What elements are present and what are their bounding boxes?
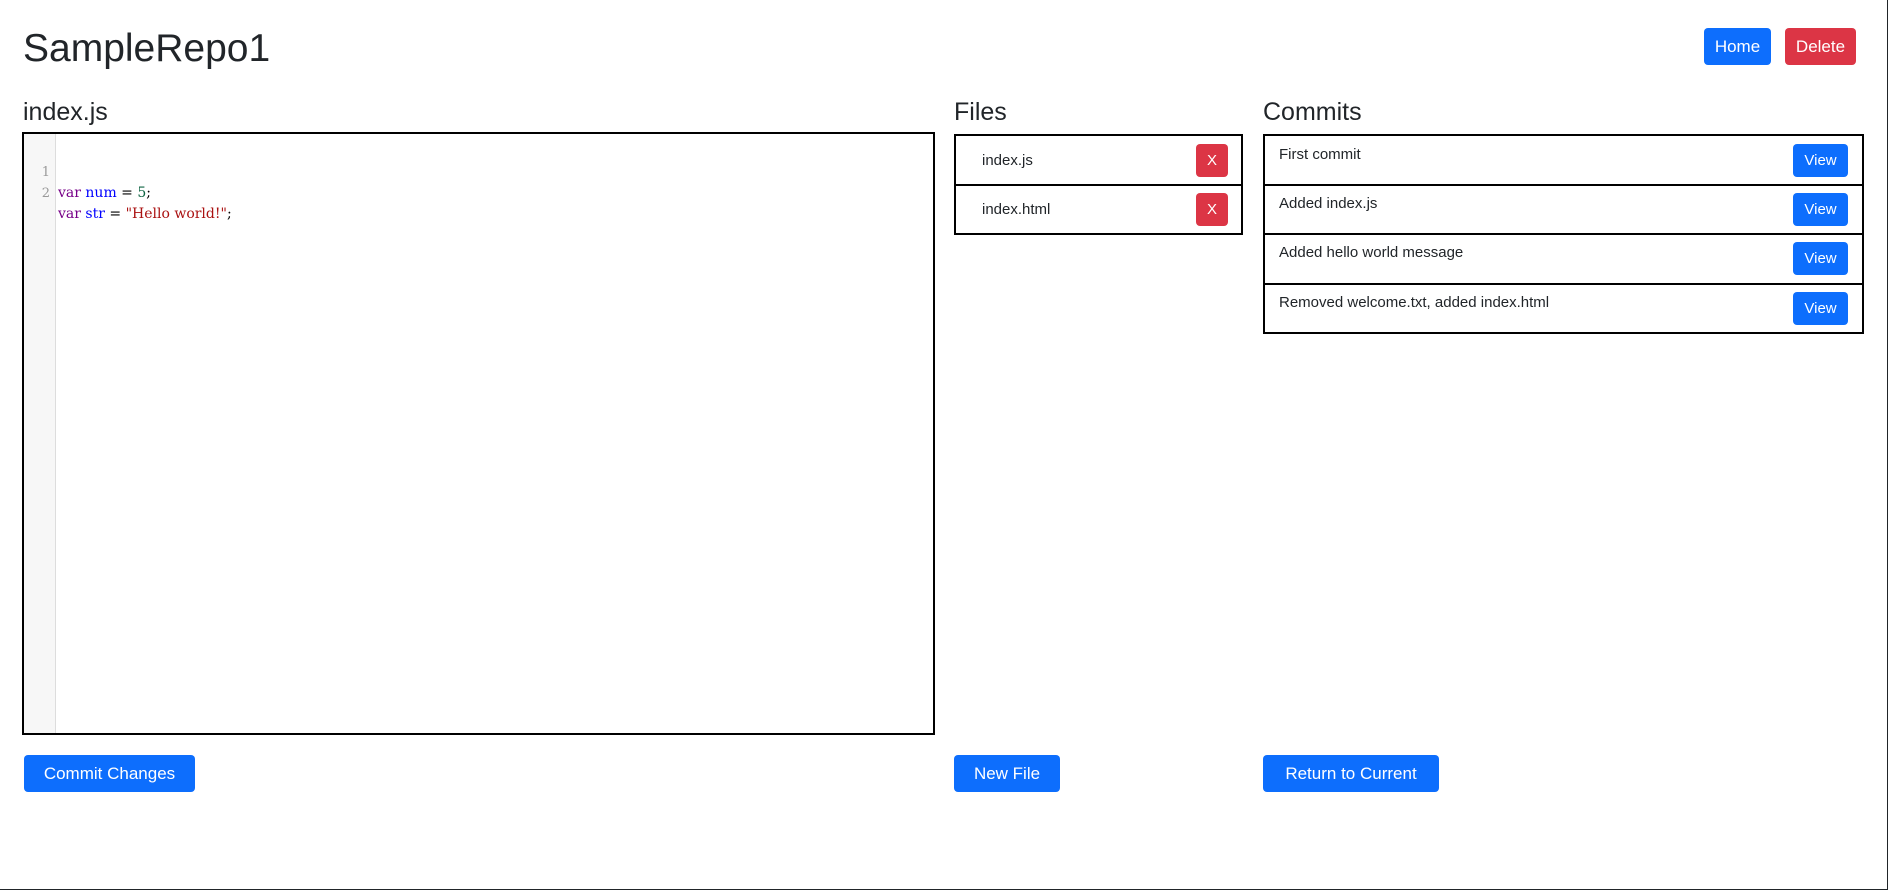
- code-line-2: 2 var str = "Hello world!";: [24, 162, 933, 222]
- file-item[interactable]: index.html X: [956, 186, 1241, 235]
- return-to-current-button[interactable]: Return to Current: [1263, 755, 1439, 792]
- commit-message: Removed welcome.txt, added index.html: [1279, 294, 1550, 311]
- home-button[interactable]: Home: [1704, 28, 1771, 65]
- view-commit-button[interactable]: View: [1793, 193, 1848, 226]
- file-item[interactable]: index.js X: [956, 136, 1241, 186]
- commit-message: First commit: [1279, 146, 1361, 163]
- commit-item: Removed welcome.txt, added index.html Vi…: [1265, 285, 1862, 332]
- code-text: var num = 5;: [58, 185, 151, 201]
- file-name[interactable]: index.js: [982, 152, 1033, 170]
- code-editor[interactable]: 1 var num = 5; 2 var str = "Hello world!…: [22, 132, 935, 735]
- files-list: index.js X index.html X: [954, 134, 1243, 235]
- commits-heading: Commits: [1263, 98, 1362, 126]
- commit-message: Added index.js: [1279, 195, 1378, 212]
- line-number: 2: [41, 186, 50, 201]
- view-commit-button[interactable]: View: [1793, 242, 1848, 275]
- repo-title: SampleRepo1: [23, 27, 271, 70]
- editor-filename-heading: index.js: [23, 98, 108, 126]
- commit-changes-button[interactable]: Commit Changes: [24, 755, 195, 792]
- new-file-button[interactable]: New File: [954, 755, 1060, 792]
- commit-item: Added hello world message View: [1265, 235, 1862, 285]
- commit-item: First commit View: [1265, 136, 1862, 186]
- delete-repo-button[interactable]: Delete: [1785, 28, 1856, 65]
- code-line-1: 1 var num = 5;: [24, 141, 933, 201]
- view-commit-button[interactable]: View: [1793, 144, 1848, 177]
- commit-item: Added index.js View: [1265, 186, 1862, 235]
- files-heading: Files: [954, 98, 1007, 126]
- view-commit-button[interactable]: View: [1793, 292, 1848, 325]
- commit-message: Added hello world message: [1279, 244, 1464, 261]
- file-name[interactable]: index.html: [982, 201, 1050, 219]
- remove-file-button[interactable]: X: [1196, 144, 1228, 177]
- remove-file-button[interactable]: X: [1196, 193, 1228, 226]
- commits-list: First commit View Added index.js View Ad…: [1263, 134, 1864, 334]
- code-text: var str = "Hello world!";: [58, 206, 232, 222]
